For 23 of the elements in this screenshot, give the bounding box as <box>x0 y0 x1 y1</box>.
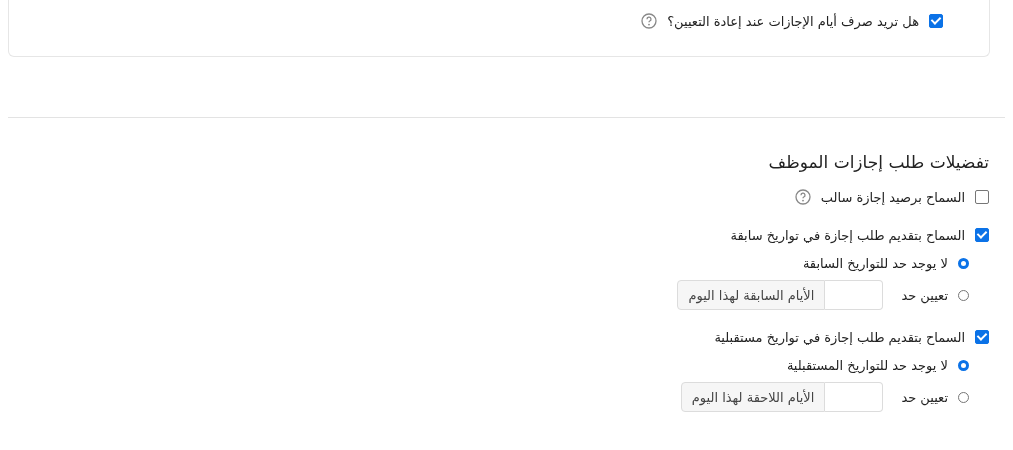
days-input[interactable] <box>825 382 884 412</box>
radio-button[interactable] <box>958 289 969 301</box>
radio-button[interactable] <box>958 391 969 403</box>
option-label: السماح برصيد إجازة سالب <box>820 189 965 205</box>
option-label: تعيين حد <box>901 287 948 303</box>
checkbox[interactable] <box>975 228 989 242</box>
checkbox[interactable] <box>929 14 943 28</box>
section-title: تفضيلات طلب إجازات الموظف <box>767 152 989 172</box>
help-icon[interactable] <box>641 13 658 29</box>
option-label: السماح بتقديم طلب إجازة في تواريخ سابقة <box>730 227 965 243</box>
input-addon: الأيام السابقة لهذا اليوم <box>677 280 826 310</box>
option-label: تعيين حد <box>901 389 948 405</box>
option-label: لا يوجد حد للتواريخ السابقة <box>802 255 948 271</box>
radio-button[interactable] <box>958 359 969 371</box>
option-label: هل تريد صرف أيام الإجازات عند إعادة التعيين؟ <box>667 13 919 29</box>
help-icon[interactable] <box>794 189 811 205</box>
days-input[interactable] <box>825 280 884 310</box>
radio-button[interactable] <box>958 257 969 269</box>
checkbox[interactable] <box>975 330 989 344</box>
option-label: السماح بتقديم طلب إجازة في تواريخ مستقبلية <box>714 329 965 345</box>
checkbox[interactable] <box>975 190 989 204</box>
input-addon: الأيام اللاحقة لهذا اليوم <box>680 382 826 412</box>
option-label: لا يوجد حد للتواريخ المستقبلية <box>786 357 948 373</box>
